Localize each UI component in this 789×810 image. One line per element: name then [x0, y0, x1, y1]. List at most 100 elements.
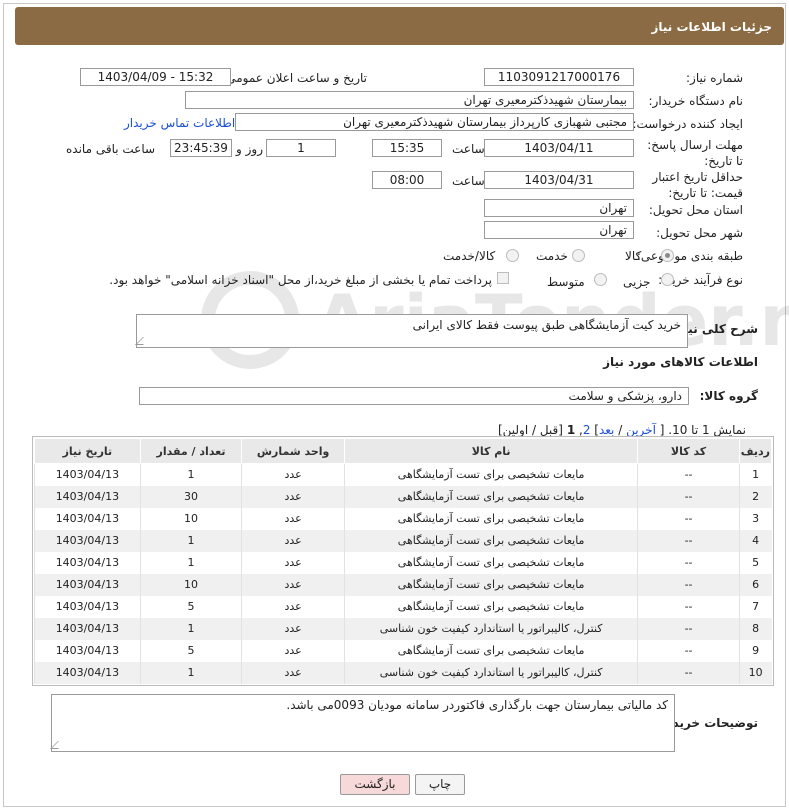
item-date: 1403/04/13	[34, 573, 141, 596]
process-option-minor: جزیی	[623, 275, 651, 289]
need-number-field: 1103091217000176	[484, 68, 634, 86]
row-number: 3	[738, 507, 772, 530]
buyer-org-label: نام دستگاه خریدار:	[648, 94, 744, 108]
item-name: مایعات تشخیصی برای تست آزمایشگاهی	[343, 463, 638, 486]
item-unit: عدد	[241, 617, 345, 640]
days-field: 1	[266, 139, 336, 157]
item-name: مایعات تشخیصی برای تست آزمایشگاهی	[343, 485, 638, 508]
price-date-field: 1403/04/31	[484, 171, 634, 189]
buyer-notes-textarea[interactable]: کد مالیاتی بیمارستان جهت بارگذاری فاکتور…	[50, 694, 675, 752]
table-row: 9 -- مایعات تشخیصی برای تست آزمایشگاهی عدد 5…	[34, 639, 772, 662]
pagination: نمایش 1 تا 10. [ آخرین / بعد] 2, 1 [قبل …	[497, 423, 746, 437]
items-table-body: 1 -- مایعات تشخیصی برای تست آزمایشگاهی عدد 1…	[34, 463, 772, 684]
item-name: مایعات تشخیصی برای تست آزمایشگاهی	[343, 507, 638, 530]
pagination-next-link[interactable]: بعد	[599, 423, 614, 437]
treasury-note: پرداخت تمام یا بخشی از مبلغ خرید،از محل …	[109, 273, 492, 287]
row-number: 5	[738, 551, 772, 574]
process-radio-minor[interactable]	[661, 273, 674, 286]
item-code: --	[637, 573, 740, 596]
category-radio-service[interactable]	[572, 249, 585, 262]
item-quantity: 1	[139, 463, 242, 486]
announce-label: تاریخ و ساعت اعلان عمومی:	[222, 71, 367, 85]
item-unit: عدد	[241, 661, 345, 684]
row-number: 2	[738, 485, 772, 508]
item-date: 1403/04/13	[34, 463, 141, 486]
col-header-row: ردیف	[738, 438, 773, 464]
row-number: 6	[738, 573, 772, 596]
item-code: --	[637, 551, 740, 574]
category-label: طبقه بندی موضوعی:	[636, 249, 743, 263]
row-number: 7	[738, 595, 772, 618]
description-textarea[interactable]: خرید کیت آزمایشگاهی طبق پیوست فقط کالای …	[135, 314, 688, 348]
back-button[interactable]: بازگشت	[340, 774, 410, 795]
item-name: مایعات تشخیصی برای تست آزمایشگاهی	[343, 595, 638, 618]
buyer-notes-text: کد مالیاتی بیمارستان جهت بارگذاری فاکتور…	[286, 698, 668, 712]
pagination-suffix: [قبل / اولین]	[497, 423, 563, 437]
table-row: 6 -- مایعات تشخیصی برای تست آزمایشگاهی عدد 1…	[34, 573, 772, 596]
remaining-label: ساعت باقی مانده	[66, 142, 156, 156]
category-option-goods: کالا	[625, 249, 642, 263]
buyer-org-field: بیمارستان شهیدذکترمعیری تهران	[185, 91, 634, 109]
item-quantity: 1	[139, 617, 242, 640]
col-header-code: کد کالا	[637, 438, 740, 464]
need-number-label: شماره نیاز:	[686, 71, 743, 85]
item-name: مایعات تشخیصی برای تست آزمایشگاهی	[343, 529, 638, 552]
item-unit: عدد	[241, 639, 345, 662]
contact-info-link[interactable]: اطلاعات تماس خریدار	[124, 116, 235, 130]
item-date: 1403/04/13	[34, 485, 141, 508]
page-header: جزئیات اطلاعات نیاز	[15, 7, 784, 45]
item-date: 1403/04/13	[34, 551, 141, 574]
item-unit: عدد	[241, 573, 345, 596]
row-number: 1	[738, 463, 772, 486]
city-field: تهران	[484, 221, 634, 239]
item-quantity: 5	[139, 639, 242, 662]
item-code: --	[637, 639, 740, 662]
item-unit: عدد	[241, 507, 345, 530]
days-label: روز و	[236, 142, 263, 156]
goods-group-label: گروه کالا:	[699, 389, 758, 403]
item-quantity: 5	[139, 595, 242, 618]
announce-field: 1403/04/09 - 15:32	[80, 68, 231, 86]
item-name: مایعات تشخیصی برای تست آزمایشگاهی	[343, 639, 638, 662]
item-quantity: 10	[139, 573, 242, 596]
price-time-label: ساعت	[452, 174, 485, 188]
item-unit: عدد	[241, 595, 345, 618]
col-header-date: تاریخ نیاز	[34, 438, 141, 464]
reply-time-field: 15:35	[372, 139, 442, 157]
item-date: 1403/04/13	[34, 661, 141, 684]
category-option-both: کالا/خدمت	[443, 249, 496, 263]
item-name: مایعات تشخیصی برای تست آزمایشگاهی	[343, 551, 638, 574]
pagination-current-page: 1	[566, 423, 576, 437]
print-button[interactable]: چاپ	[415, 774, 465, 795]
item-unit: عدد	[241, 529, 345, 552]
table-row: 5 -- مایعات تشخیصی برای تست آزمایشگاهی عدد 1…	[34, 551, 772, 574]
table-row: 4 -- مایعات تشخیصی برای تست آزمایشگاهی عدد 1…	[34, 529, 772, 552]
resize-grip-icon[interactable]	[135, 337, 151, 345]
remaining-time-field: 23:45:39	[170, 139, 232, 157]
row-number: 9	[738, 639, 772, 662]
col-header-unit: واحد شمارش	[241, 438, 345, 464]
pagination-page-2[interactable]: 2	[583, 423, 591, 437]
item-code: --	[637, 617, 740, 640]
pagination-last-link[interactable]: آخرین	[626, 423, 656, 437]
item-quantity: 1	[139, 529, 242, 552]
reply-date-field: 1403/04/11	[484, 139, 634, 157]
resize-grip-icon[interactable]	[50, 741, 66, 749]
item-quantity: 1	[139, 551, 242, 574]
item-date: 1403/04/13	[34, 639, 141, 662]
table-row: 8 -- کنترل، کالیبراتور یا استاندارد کیفیت …	[34, 617, 772, 640]
province-field: تهران	[484, 199, 634, 217]
item-code: --	[637, 595, 740, 618]
item-quantity: 1	[139, 661, 242, 684]
reply-time-label: ساعت	[452, 142, 485, 156]
price-deadline-label: حداقل تاریخ اعتبار قیمت: تا تاریخ:	[652, 170, 743, 200]
treasury-checkbox[interactable]	[497, 272, 509, 284]
category-radio-goods[interactable]	[661, 249, 674, 262]
process-radio-medium[interactable]	[594, 273, 607, 286]
category-radio-both[interactable]	[506, 249, 519, 262]
goods-group-field: دارو، پزشکی و سلامت	[139, 387, 689, 405]
province-label: استان محل تحویل:	[648, 203, 743, 217]
col-header-qty: تعداد / مقدار	[139, 438, 243, 464]
items-table: ردیف کد کالا نام کالا واحد شمارش تعداد /…	[34, 438, 773, 684]
item-code: --	[637, 661, 740, 684]
